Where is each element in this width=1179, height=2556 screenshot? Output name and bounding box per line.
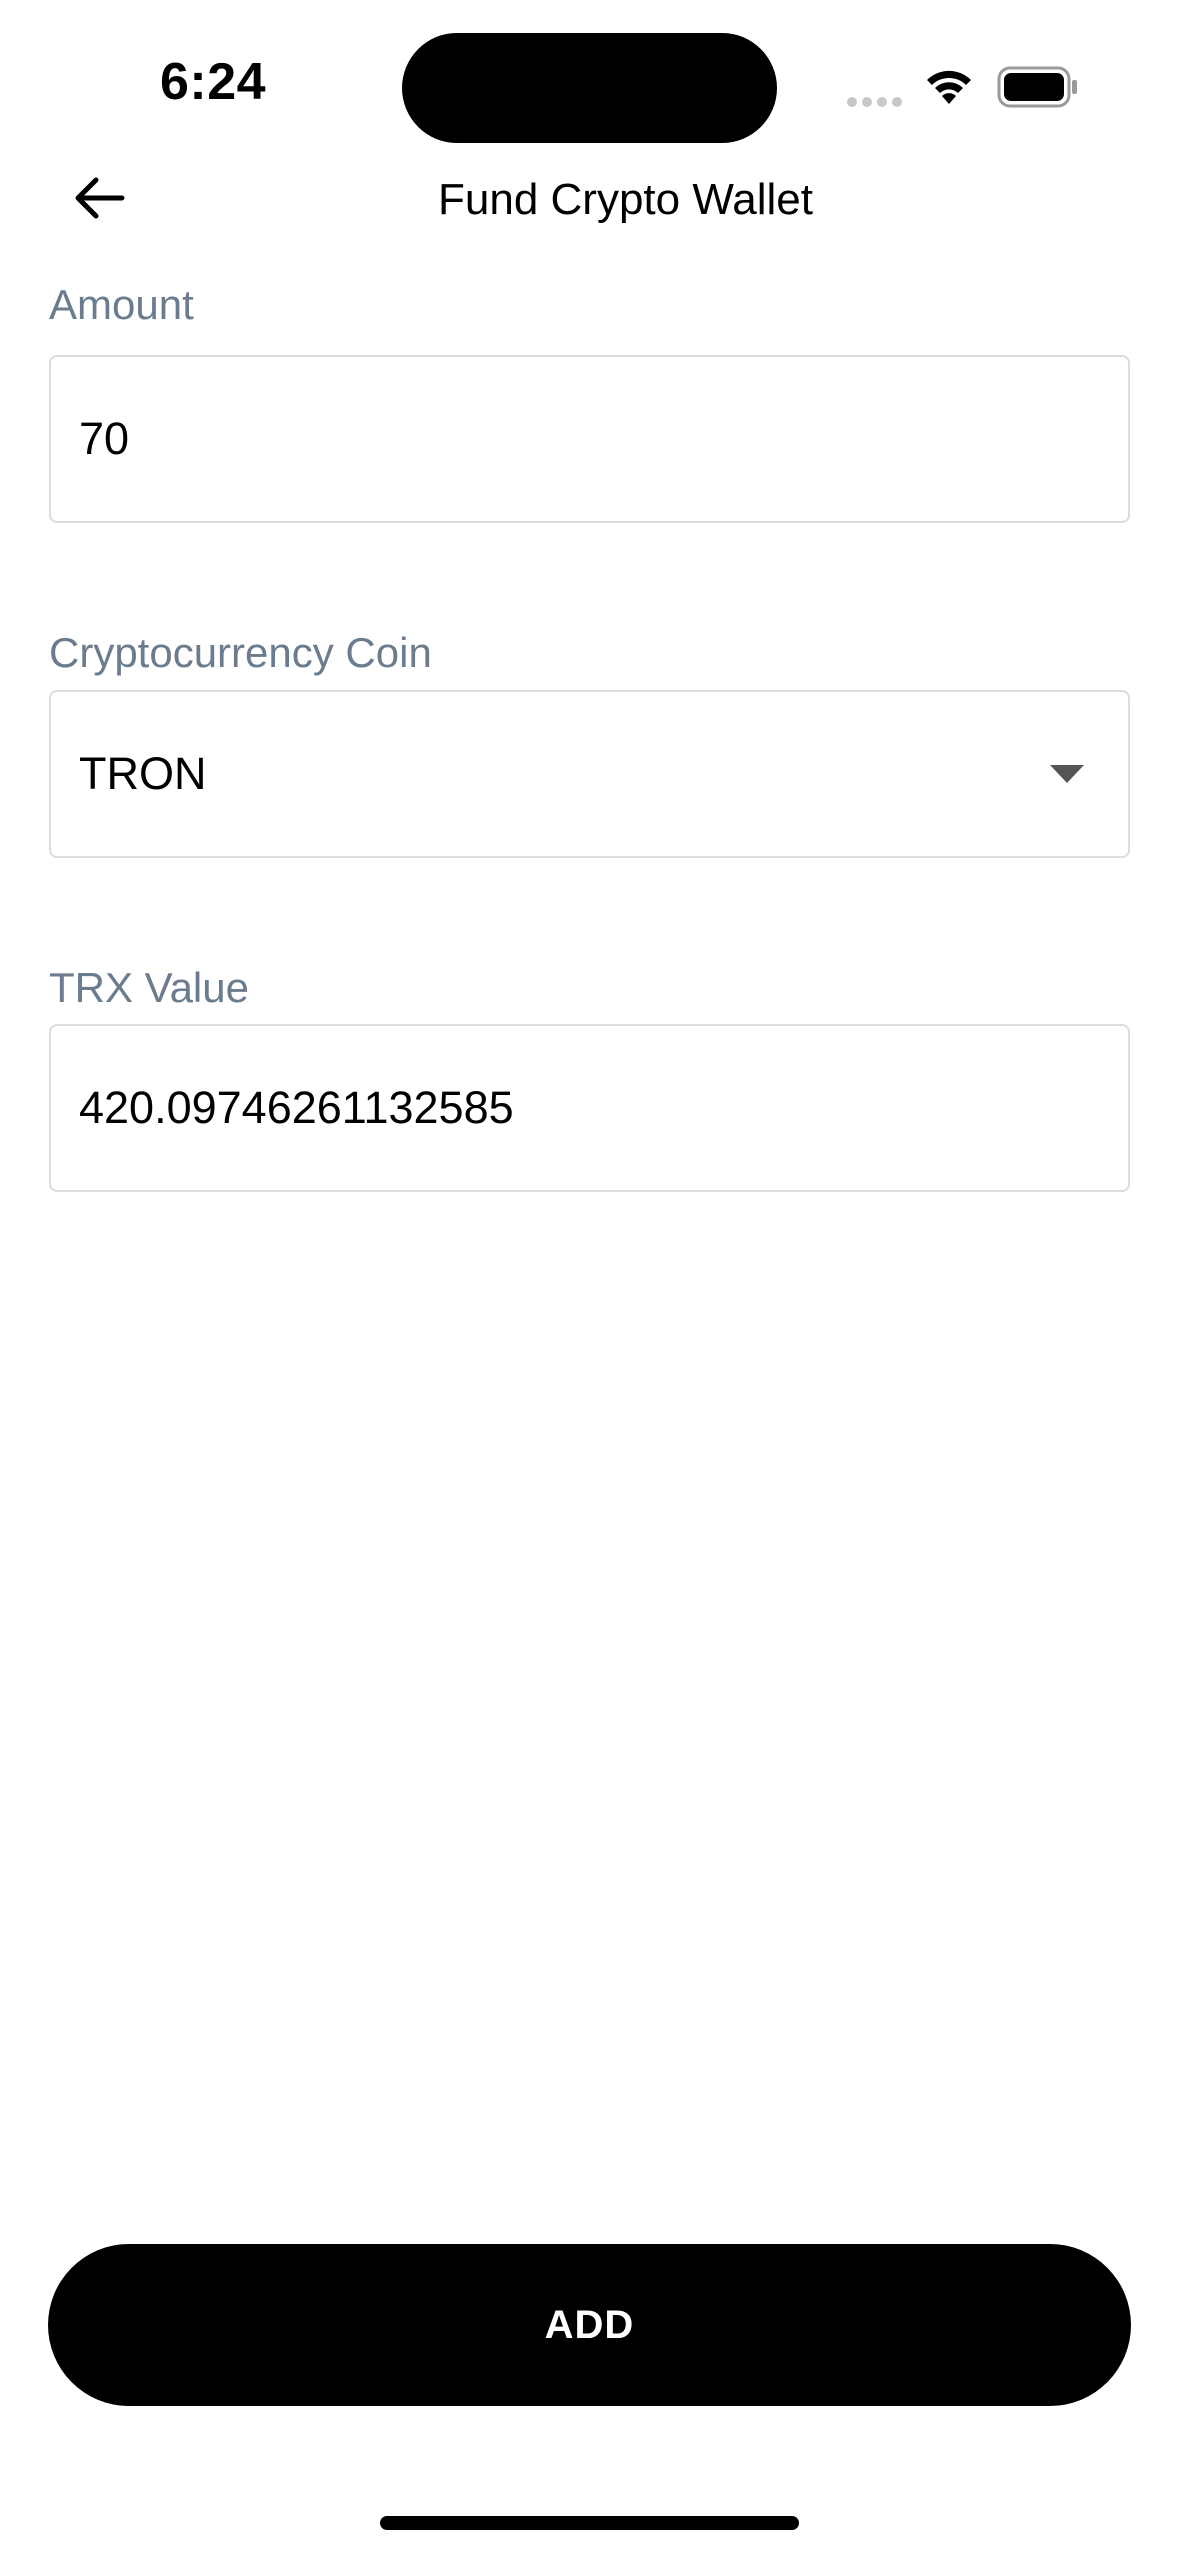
coin-label: Cryptocurrency Coin: [49, 629, 432, 676]
caret-down-icon: [1050, 765, 1084, 783]
coin-select[interactable]: TRON: [49, 690, 1130, 858]
trx-value-input[interactable]: [79, 1026, 1100, 1190]
trx-value-field[interactable]: [49, 1024, 1130, 1192]
amount-field[interactable]: [49, 355, 1130, 523]
amount-input[interactable]: [79, 357, 1100, 521]
dynamic-island: [402, 33, 777, 143]
add-button[interactable]: ADD: [48, 2244, 1131, 2406]
trx-value-label: TRX Value: [49, 964, 249, 1011]
battery-icon: [997, 66, 1077, 108]
coin-select-value: TRON: [79, 748, 207, 799]
wifi-icon: [927, 70, 971, 104]
home-indicator: [380, 2516, 799, 2530]
status-time: 6:24: [160, 53, 267, 111]
amount-label: Amount: [49, 281, 194, 328]
page-title: Fund Crypto Wallet: [438, 175, 813, 224]
cellular-signal-icon: [847, 97, 902, 107]
